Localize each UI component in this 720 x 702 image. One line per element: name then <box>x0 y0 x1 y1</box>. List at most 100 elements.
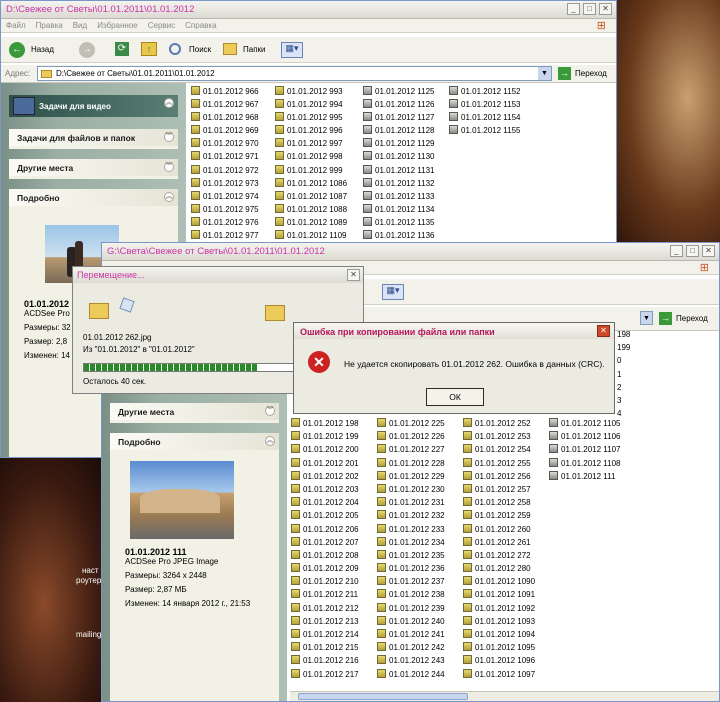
views-icon[interactable]: ▦▾ <box>281 42 303 58</box>
close-button[interactable]: ✕ <box>702 245 715 257</box>
go-button[interactable]: Переход <box>676 314 708 323</box>
file-item[interactable]: 01.01.2012 1136 <box>363 229 434 242</box>
file-item[interactable]: 01.01.2012 1109 <box>275 229 347 242</box>
file-item[interactable]: 01.01.2012 227 <box>377 443 445 456</box>
ok-button[interactable]: ОК <box>426 388 484 406</box>
file-item[interactable]: 01.01.2012 974 <box>191 190 259 203</box>
file-item[interactable]: 01.01.2012 206 <box>291 523 359 536</box>
dialog-title-bar[interactable]: Перемещение... ✕ <box>73 267 363 283</box>
folders-icon[interactable] <box>223 43 237 55</box>
back-arrow-icon[interactable]: ← <box>9 42 25 58</box>
file-item[interactable]: 01.01.2012 244 <box>377 668 445 681</box>
file-item-partial[interactable]: 3 <box>617 396 621 405</box>
file-item[interactable]: 01.01.2012 213 <box>291 615 359 628</box>
expand-chevron-icon[interactable]: ︾ <box>164 162 174 172</box>
file-item[interactable]: 01.01.2012 253 <box>463 430 535 443</box>
file-item[interactable]: 01.01.2012 969 <box>191 124 259 137</box>
desktop-icon-label-1[interactable]: наст <box>82 566 99 575</box>
file-item[interactable]: 01.01.2012 997 <box>275 137 347 150</box>
file-item[interactable]: 01.01.2012 237 <box>377 575 445 588</box>
file-item[interactable]: 01.01.2012 1131 <box>363 164 434 177</box>
file-item[interactable]: 01.01.2012 1133 <box>363 190 434 203</box>
file-item[interactable]: 01.01.2012 239 <box>377 602 445 615</box>
file-item[interactable]: 01.01.2012 1107 <box>549 443 620 456</box>
menu-help[interactable]: Справка <box>180 19 221 30</box>
file-item[interactable]: 01.01.2012 228 <box>377 457 445 470</box>
file-item[interactable]: 01.01.2012 1127 <box>363 111 434 124</box>
file-item[interactable]: 01.01.2012 214 <box>291 628 359 641</box>
file-item[interactable]: 01.01.2012 971 <box>191 150 259 163</box>
file-item[interactable]: 01.01.2012 202 <box>291 470 359 483</box>
file-item[interactable]: 01.01.2012 1087 <box>275 190 347 203</box>
file-item[interactable]: 01.01.2012 1134 <box>363 203 434 216</box>
menu-tools[interactable]: Сервис <box>143 19 180 30</box>
file-item[interactable]: 01.01.2012 261 <box>463 536 535 549</box>
maximize-button[interactable]: □ <box>583 3 596 15</box>
scrollbar-thumb[interactable] <box>298 693 468 700</box>
file-item[interactable]: 01.01.2012 205 <box>291 509 359 522</box>
file-item[interactable]: 01.01.2012 208 <box>291 549 359 562</box>
file-item[interactable]: 01.01.2012 1093 <box>463 615 535 628</box>
desktop-icon-label-3[interactable]: mailing <box>76 630 101 639</box>
file-item[interactable]: 01.01.2012 1096 <box>463 654 535 667</box>
file-item[interactable]: 01.01.2012 1130 <box>363 150 434 163</box>
file-item[interactable]: 01.01.2012 966 <box>191 85 259 98</box>
address-input[interactable]: D:\Свежее от Светы\01.01.2011\01.01.2012… <box>37 66 552 81</box>
refresh-icon[interactable]: ⟳ <box>115 42 129 56</box>
file-item[interactable]: 01.01.2012 210 <box>291 575 359 588</box>
file-item[interactable]: 01.01.2012 232 <box>377 509 445 522</box>
file-item[interactable]: 01.01.2012 1132 <box>363 177 434 190</box>
file-item[interactable]: 01.01.2012 970 <box>191 137 259 150</box>
file-item[interactable]: 01.01.2012 1108 <box>549 457 620 470</box>
file-item[interactable]: 01.01.2012 241 <box>377 628 445 641</box>
folders-button[interactable]: Папки <box>243 45 266 54</box>
go-arrow-icon[interactable]: → <box>659 312 672 325</box>
file-item[interactable]: 01.01.2012 234 <box>377 536 445 549</box>
file-item[interactable]: 01.01.2012 1154 <box>449 111 520 124</box>
file-item[interactable]: 01.01.2012 1106 <box>549 430 620 443</box>
file-item-partial[interactable]: 199 <box>617 343 630 352</box>
file-item[interactable]: 01.01.2012 215 <box>291 641 359 654</box>
collapse-chevron-icon[interactable]: ︽ <box>164 192 174 202</box>
file-item[interactable]: 01.01.2012 111 <box>549 470 620 483</box>
collapse-chevron-icon[interactable]: ︽ <box>164 98 174 108</box>
file-item[interactable]: 01.01.2012 255 <box>463 457 535 470</box>
collapse-chevron-icon[interactable]: ︽ <box>265 436 275 446</box>
panel-file-tasks[interactable]: Задачи для файлов и папок ︾ <box>9 129 178 149</box>
file-item[interactable]: 01.01.2012 1094 <box>463 628 535 641</box>
file-item-partial[interactable]: 4 <box>617 409 621 418</box>
horizontal-scrollbar[interactable] <box>290 691 719 701</box>
minimize-button[interactable]: _ <box>567 3 580 15</box>
file-item[interactable]: 01.01.2012 973 <box>191 177 259 190</box>
file-item[interactable]: 01.01.2012 976 <box>191 216 259 229</box>
file-item[interactable]: 01.01.2012 256 <box>463 470 535 483</box>
close-button[interactable]: ✕ <box>347 269 360 281</box>
file-item[interactable]: 01.01.2012 236 <box>377 562 445 575</box>
file-item[interactable]: 01.01.2012 257 <box>463 483 535 496</box>
file-item[interactable]: 01.01.2012 1088 <box>275 203 347 216</box>
file-item[interactable]: 01.01.2012 994 <box>275 98 347 111</box>
file-item[interactable]: 01.01.2012 235 <box>377 549 445 562</box>
menu-edit[interactable]: Правка <box>31 19 68 30</box>
file-item[interactable]: 01.01.2012 1129 <box>363 137 434 150</box>
search-button[interactable]: Поиск <box>189 45 211 54</box>
back-button[interactable]: Назад <box>31 45 54 54</box>
file-item[interactable]: 01.01.2012 1152 <box>449 85 520 98</box>
file-item[interactable]: 01.01.2012 231 <box>377 496 445 509</box>
file-item[interactable]: 01.01.2012 203 <box>291 483 359 496</box>
file-item[interactable]: 01.01.2012 1089 <box>275 216 347 229</box>
go-arrow-icon[interactable]: → <box>558 67 571 80</box>
title-bar[interactable]: G:\Света\Свежее от Светы\01.01.2011\01.0… <box>102 243 719 261</box>
search-icon[interactable] <box>169 43 181 55</box>
file-item[interactable]: 01.01.2012 1105 <box>549 417 620 430</box>
file-item[interactable]: 01.01.2012 207 <box>291 536 359 549</box>
file-item[interactable]: 01.01.2012 1126 <box>363 98 434 111</box>
file-item[interactable]: 01.01.2012 999 <box>275 164 347 177</box>
menu-file[interactable]: Файл <box>1 19 31 30</box>
file-item[interactable]: 01.01.2012 258 <box>463 496 535 509</box>
file-item-partial[interactable]: 2 <box>617 383 621 392</box>
desktop-icon-label-2[interactable]: роутер <box>76 576 101 585</box>
file-item[interactable]: 01.01.2012 1086 <box>275 177 347 190</box>
file-item[interactable]: 01.01.2012 199 <box>291 430 359 443</box>
file-item[interactable]: 01.01.2012 280 <box>463 562 535 575</box>
